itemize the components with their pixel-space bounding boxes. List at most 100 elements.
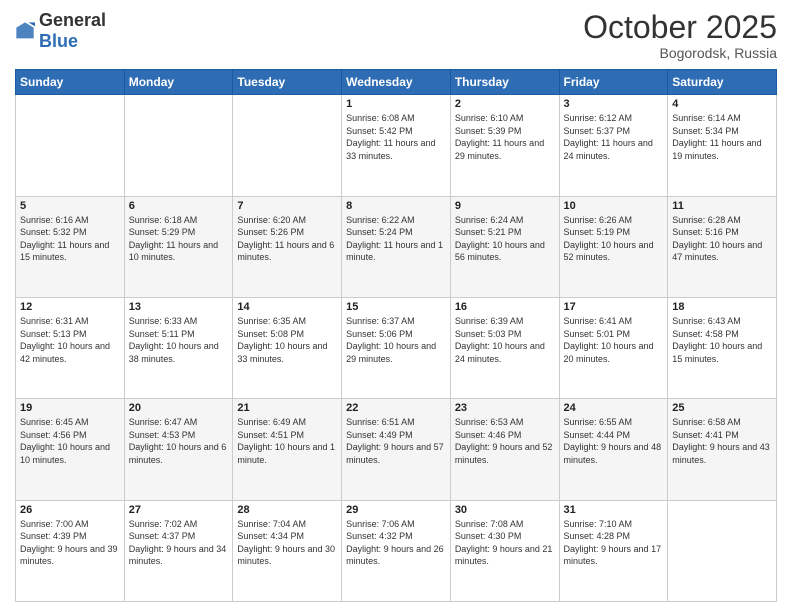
day-number: 7 [237,200,337,212]
calendar-cell [124,95,233,196]
calendar-cell: 13 Sunrise: 6:33 AM Sunset: 5:11 PM Dayli… [124,297,233,398]
calendar-cell: 5 Sunrise: 6:16 AM Sunset: 5:32 PM Daylig… [16,196,125,297]
day-info: Sunrise: 6:43 AM Sunset: 4:58 PM Dayligh… [672,315,772,365]
day-number: 15 [346,301,446,313]
day-info: Sunrise: 6:39 AM Sunset: 5:03 PM Dayligh… [455,315,555,365]
calendar-cell: 29Sunrise: 7:06 AM Sunset: 4:32 PM Dayli… [342,500,451,601]
page: General Blue October 2025 Bogorodsk, Rus… [0,0,792,612]
calendar-cell: 6Sunrise: 6:18 AM Sunset: 5:29 PM Daylig… [124,196,233,297]
day-number: 12 [20,301,120,313]
calendar-cell: 7Sunrise: 6:20 AM Sunset: 5:26 PM Daylig… [233,196,342,297]
logo: General Blue [15,10,106,52]
day-number: 28 [237,504,337,516]
day-info: Sunrise: 6:49 AM Sunset: 4:51 PM Dayligh… [237,416,337,466]
calendar-cell: 26 Sunrise: 7:00 AM Sunset: 4:39 PM Dayli… [16,500,125,601]
day-info: Sunrise: 6:55 AM Sunset: 4:44 PM Dayligh… [564,416,664,466]
day-number: 3 [564,98,664,110]
day-info: Sunrise: 7:02 AM Sunset: 4:37 PM Dayligh… [129,518,229,568]
calendar-cell: 21Sunrise: 6:49 AM Sunset: 4:51 PM Dayli… [233,399,342,500]
calendar-cell: 28 Sunrise: 7:04 AM Sunset: 4:34 PM Dayli… [233,500,342,601]
header: General Blue October 2025 Bogorodsk, Rus… [15,10,777,61]
calendar-cell: 10 Sunrise: 6:26 AM Sunset: 5:19 PM Dayli… [559,196,668,297]
calendar-cell: 8 Sunrise: 6:22 AM Sunset: 5:24 PM Daylig… [342,196,451,297]
day-info: Sunrise: 6:37 AM Sunset: 5:06 PM Dayligh… [346,315,446,365]
day-info: Sunrise: 6:31 AM Sunset: 5:13 PM Dayligh… [20,315,120,365]
day-info: Sunrise: 6:16 AM Sunset: 5:32 PM Dayligh… [20,214,120,264]
calendar-cell: 11Sunrise: 6:28 AM Sunset: 5:16 PM Dayli… [668,196,777,297]
calendar-cell: 15 Sunrise: 6:37 AM Sunset: 5:06 PM Dayli… [342,297,451,398]
day-number: 16 [455,301,555,313]
day-info: Sunrise: 6:24 AM Sunset: 5:21 PM Dayligh… [455,214,555,264]
logo-blue: Blue [39,31,78,51]
calendar-week-row: 19 Sunrise: 6:45 AM Sunset: 4:56 PM Dayli… [16,399,777,500]
calendar-cell: 23 Sunrise: 6:53 AM Sunset: 4:46 PM Dayli… [450,399,559,500]
calendar-cell: 19 Sunrise: 6:45 AM Sunset: 4:56 PM Dayli… [16,399,125,500]
logo-general: General [39,10,106,30]
weekday-header: Wednesday [342,70,451,95]
calendar-table: SundayMondayTuesdayWednesdayThursdayFrid… [15,69,777,602]
day-number: 1 [346,98,446,110]
calendar-cell: 30 Sunrise: 7:08 AM Sunset: 4:30 PM Dayli… [450,500,559,601]
day-number: 6 [129,200,229,212]
calendar-cell: 17 Sunrise: 6:41 AM Sunset: 5:01 PM Dayli… [559,297,668,398]
weekday-header: Tuesday [233,70,342,95]
day-number: 17 [564,301,664,313]
day-info: Sunrise: 6:26 AM Sunset: 5:19 PM Dayligh… [564,214,664,264]
day-info: Sunrise: 6:41 AM Sunset: 5:01 PM Dayligh… [564,315,664,365]
day-info: Sunrise: 6:12 AM Sunset: 5:37 PM Dayligh… [564,112,664,162]
day-info: Sunrise: 6:33 AM Sunset: 5:11 PM Dayligh… [129,315,229,365]
day-info: Sunrise: 6:10 AM Sunset: 5:39 PM Dayligh… [455,112,555,162]
day-info: Sunrise: 6:53 AM Sunset: 4:46 PM Dayligh… [455,416,555,466]
day-number: 26 [20,504,120,516]
calendar-week-row: 12 Sunrise: 6:31 AM Sunset: 5:13 PM Dayli… [16,297,777,398]
day-info: Sunrise: 6:14 AM Sunset: 5:34 PM Dayligh… [672,112,772,162]
day-info: Sunrise: 6:22 AM Sunset: 5:24 PM Dayligh… [346,214,446,264]
month-title: October 2025 [583,10,777,45]
day-info: Sunrise: 7:10 AM Sunset: 4:28 PM Dayligh… [564,518,664,568]
day-number: 19 [20,402,120,414]
calendar-week-row: 5 Sunrise: 6:16 AM Sunset: 5:32 PM Daylig… [16,196,777,297]
day-number: 25 [672,402,772,414]
calendar-cell: 18Sunrise: 6:43 AM Sunset: 4:58 PM Dayli… [668,297,777,398]
day-info: Sunrise: 7:00 AM Sunset: 4:39 PM Dayligh… [20,518,120,568]
weekday-header: Thursday [450,70,559,95]
day-number: 22 [346,402,446,414]
day-number: 8 [346,200,446,212]
day-number: 31 [564,504,664,516]
day-number: 5 [20,200,120,212]
day-info: Sunrise: 6:08 AM Sunset: 5:42 PM Dayligh… [346,112,446,162]
calendar-cell [233,95,342,196]
location: Bogorodsk, Russia [583,45,777,61]
calendar-cell [668,500,777,601]
day-info: Sunrise: 6:45 AM Sunset: 4:56 PM Dayligh… [20,416,120,466]
day-info: Sunrise: 6:51 AM Sunset: 4:49 PM Dayligh… [346,416,446,466]
day-info: Sunrise: 7:08 AM Sunset: 4:30 PM Dayligh… [455,518,555,568]
weekday-header: Saturday [668,70,777,95]
calendar-cell: 1 Sunrise: 6:08 AM Sunset: 5:42 PM Daylig… [342,95,451,196]
day-info: Sunrise: 6:35 AM Sunset: 5:08 PM Dayligh… [237,315,337,365]
day-number: 13 [129,301,229,313]
calendar-cell: 16 Sunrise: 6:39 AM Sunset: 5:03 PM Dayli… [450,297,559,398]
day-number: 10 [564,200,664,212]
day-info: Sunrise: 7:06 AM Sunset: 4:32 PM Dayligh… [346,518,446,568]
calendar-cell: 27 Sunrise: 7:02 AM Sunset: 4:37 PM Dayli… [124,500,233,601]
day-number: 9 [455,200,555,212]
weekday-header: Sunday [16,70,125,95]
calendar-cell: 20Sunrise: 6:47 AM Sunset: 4:53 PM Dayli… [124,399,233,500]
day-number: 30 [455,504,555,516]
calendar-cell: 9 Sunrise: 6:24 AM Sunset: 5:21 PM Daylig… [450,196,559,297]
day-number: 23 [455,402,555,414]
calendar-cell: 2Sunrise: 6:10 AM Sunset: 5:39 PM Daylig… [450,95,559,196]
calendar-cell: 22 Sunrise: 6:51 AM Sunset: 4:49 PM Dayli… [342,399,451,500]
weekday-header: Monday [124,70,233,95]
calendar-cell: 14 Sunrise: 6:35 AM Sunset: 5:08 PM Dayli… [233,297,342,398]
day-info: Sunrise: 6:28 AM Sunset: 5:16 PM Dayligh… [672,214,772,264]
weekday-header: Friday [559,70,668,95]
calendar-week-row: 26 Sunrise: 7:00 AM Sunset: 4:39 PM Dayli… [16,500,777,601]
day-number: 27 [129,504,229,516]
calendar-cell: 24Sunrise: 6:55 AM Sunset: 4:44 PM Dayli… [559,399,668,500]
day-number: 14 [237,301,337,313]
day-info: Sunrise: 6:47 AM Sunset: 4:53 PM Dayligh… [129,416,229,466]
day-info: Sunrise: 7:04 AM Sunset: 4:34 PM Dayligh… [237,518,337,568]
day-number: 4 [672,98,772,110]
